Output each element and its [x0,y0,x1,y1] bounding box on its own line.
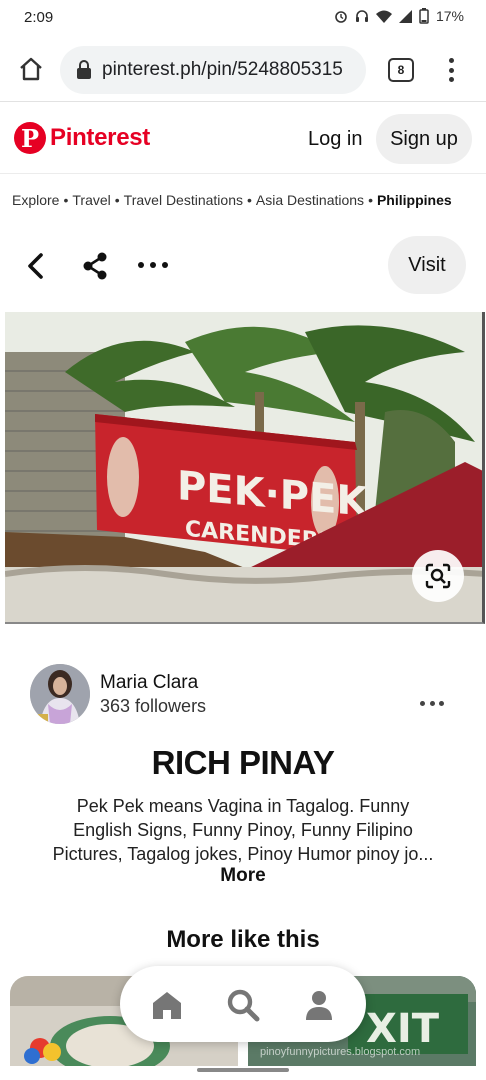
author-followers: 363 followers [100,696,207,716]
description-line: Pek Pek means Vagina in Tagalog. Funny [76,796,410,816]
breadcrumb-separator: • [368,192,373,208]
battery-percent: 17% [435,8,464,24]
login-button[interactable]: Log in [296,116,375,162]
gesture-navigation-bar[interactable] [197,1068,289,1072]
pin-author: Maria Clara 363 followers [30,664,460,724]
tab-switcher-button[interactable]: 8 [388,58,414,82]
description-more-link[interactable]: More [0,865,486,887]
author-name[interactable]: Maria Clara [100,672,198,694]
description-line: English Signs, Funny Pinoy, Funny Filipi… [73,820,413,840]
nav-profile-button[interactable] [302,988,336,1022]
breadcrumb-separator: • [246,192,252,208]
browser-menu-button[interactable] [440,56,462,84]
menu-dot [448,77,454,82]
share-button[interactable] [80,250,110,282]
breadcrumb-separator: • [114,192,120,208]
avatar-image [30,664,90,724]
pinterest-logo-icon: P [14,122,46,154]
nav-home-button[interactable] [150,988,184,1022]
related-pin-watermark: pinoyfunnypictures.blogspot.com [260,1046,421,1058]
site-header: P Pinterest Log in Sign up [0,104,486,174]
status-time: 2:09 [24,9,54,26]
visit-button[interactable]: Visit [388,236,466,294]
share-icon [83,252,107,280]
more-dot [420,701,425,706]
breadcrumb: Explore • Travel • Travel Destinations • Asia … [12,192,486,208]
status-bar: 2:09 17% [0,0,486,36]
author-more-button[interactable] [420,701,444,707]
visual-search-button[interactable] [412,550,464,602]
more-like-this-heading: More like this [166,926,320,953]
description-line: Pictures, Tagalog jokes, Pinoy Humor pin… [52,844,434,864]
more-dot [429,701,435,706]
lock-icon [77,60,91,79]
wifi-icon [375,10,392,23]
more-dot [138,262,144,268]
menu-dot [448,58,454,63]
nav-search-button[interactable] [226,988,260,1022]
browser-toolbar: pinterest.ph/pin/5248805315 8 [0,38,486,102]
more-dot [150,262,156,268]
pinterest-logo[interactable]: P Pinterest [14,122,150,154]
alarm-icon [335,11,347,23]
more-options-button[interactable] [138,262,168,270]
headset-icon [355,10,368,22]
pin-title: RICH PINAY [151,744,335,781]
menu-dot [448,67,454,73]
signup-button[interactable]: Sign up [376,114,472,164]
breadcrumb-explore[interactable]: Explore [12,192,59,208]
profile-icon [306,991,332,1020]
avatar[interactable] [30,664,90,724]
address-bar[interactable]: pinterest.ph/pin/5248805315 [60,46,366,94]
battery-icon [419,8,429,24]
breadcrumb-asia-destinations[interactable]: Asia Destinations [256,192,364,208]
home-icon [153,992,181,1019]
home-button[interactable] [14,52,48,86]
breadcrumb-travel[interactable]: Travel [72,192,110,208]
more-dot [439,701,444,706]
pin-description: Pek Pek means Vagina in Tagalog. Funny E… [26,794,460,866]
breadcrumb-separator: • [63,192,69,208]
breadcrumb-travel-destinations[interactable]: Travel Destinations [124,192,243,208]
back-button[interactable] [20,250,50,282]
chevron-left-icon [28,253,43,279]
breadcrumb-philippines[interactable]: Philippines [377,192,452,208]
status-icons: 17% [334,8,464,24]
signal-icon [398,9,412,23]
logo-text: Pinterest [50,124,151,151]
home-icon [20,57,42,81]
search-icon [227,989,260,1022]
url-text: pinterest.ph/pin/5248805315 [102,59,343,80]
pin-action-row: Visit [0,236,486,296]
bottom-navigation [120,966,366,1042]
more-dot [162,262,168,268]
visual-search-icon [425,563,451,589]
